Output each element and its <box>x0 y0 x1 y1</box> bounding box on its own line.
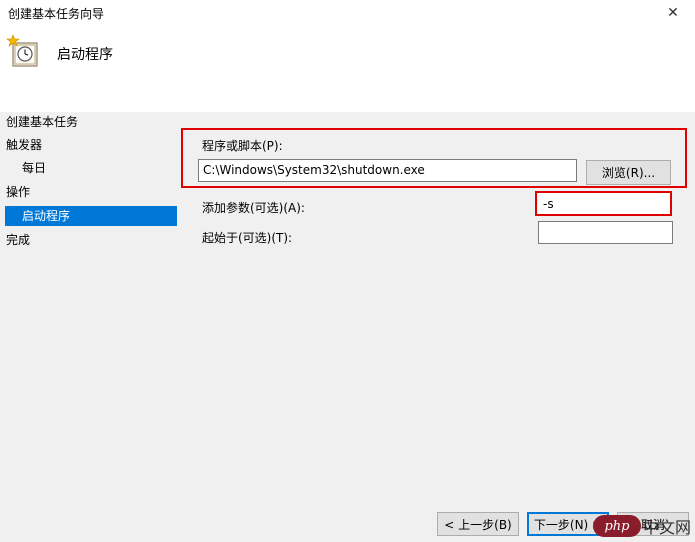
browse-button[interactable]: 浏览(R)... <box>586 160 671 185</box>
step-finish: 完成 <box>6 233 31 247</box>
args-input[interactable]: -s <box>538 193 670 214</box>
step-trigger: 触发器 <box>6 138 43 152</box>
page-heading: 启动程序 <box>57 47 113 63</box>
back-button[interactable]: < 上一步(B) <box>437 512 519 536</box>
step-action: 操作 <box>6 185 31 199</box>
scheduled-task-icon <box>6 34 38 67</box>
watermark-badge: php <box>592 515 641 537</box>
php-watermark: php 中文网 <box>592 514 691 538</box>
startin-input[interactable] <box>538 221 673 244</box>
window-title: 创建基本任务向导 <box>8 7 105 21</box>
program-label: 程序或脚本(P): <box>202 139 283 153</box>
watermark-text: 中文网 <box>642 518 691 537</box>
wizard-steps-sidebar: 创建基本任务 触发器 每日 操作 启动程序 完成 <box>0 112 183 542</box>
title-bar: 创建基本任务向导 ✕ <box>0 0 695 26</box>
startin-label: 起始于(可选)(T): <box>202 231 293 245</box>
wizard-content: 程序或脚本(P): C:\Windows\System32\shutdown.e… <box>181 112 695 542</box>
step-create-basic-task: 创建基本任务 <box>6 115 79 129</box>
args-label: 添加参数(可选)(A): <box>202 201 305 215</box>
close-icon[interactable]: ✕ <box>651 0 695 26</box>
wizard-header: 启动程序 <box>0 26 695 112</box>
program-input[interactable]: C:\Windows\System32\shutdown.exe <box>198 159 577 182</box>
step-start-program: 启动程序 <box>5 206 177 226</box>
step-daily: 每日 <box>22 161 47 175</box>
